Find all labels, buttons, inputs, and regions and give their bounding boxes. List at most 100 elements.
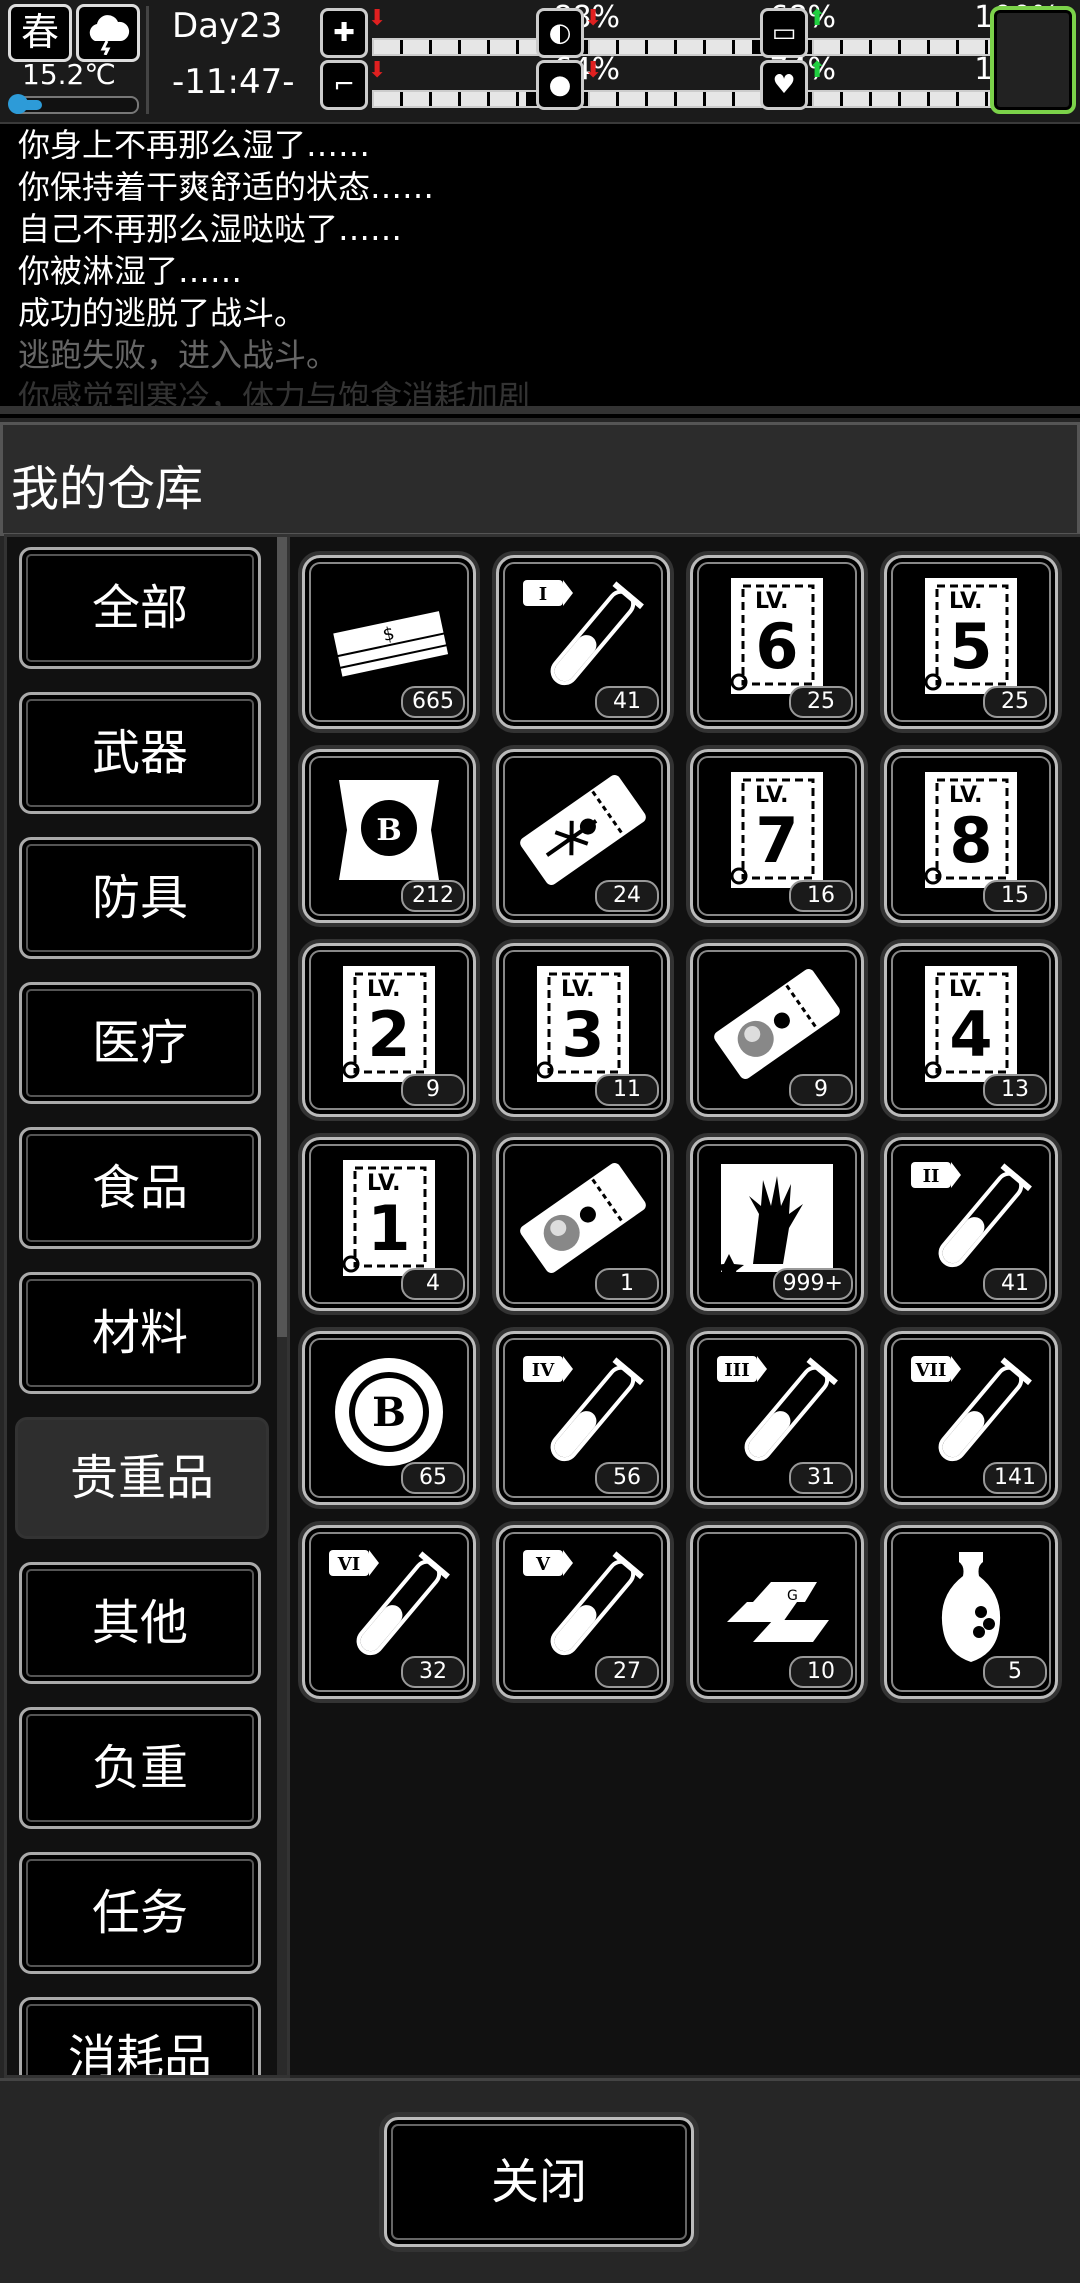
vase-icon <box>941 1552 1001 1662</box>
inventory-item[interactable]: II 41 <box>884 1137 1058 1311</box>
season-badge: 春 <box>8 4 72 62</box>
category-label: 任务 <box>91 1885 188 1941</box>
storm-cloud-icon <box>89 15 130 55</box>
inventory-item[interactable]: LV. 8 15 <box>884 749 1058 923</box>
category-tab-1[interactable]: 武器 <box>19 692 261 814</box>
inventory-item[interactable]: LV. 3 11 <box>496 943 670 1117</box>
inventory-item[interactable]: I 41 <box>496 555 670 729</box>
foot-icon: ⌐ <box>320 60 368 110</box>
category-tab-8[interactable]: 负重 <box>19 1707 261 1829</box>
panel-header: 我的仓库 <box>0 422 1080 536</box>
category-tab-3[interactable]: 医疗 <box>19 982 261 1104</box>
category-label: 负重 <box>91 1740 188 1796</box>
item-count-badge: 10 <box>789 1656 853 1688</box>
cash-stack-icon: $ <box>333 611 449 677</box>
svg-text:7: 7 <box>755 804 798 877</box>
svg-text:5: 5 <box>949 610 992 683</box>
trend-down-icon: ⬇ <box>584 58 603 83</box>
category-label: 武器 <box>91 725 188 781</box>
inventory-item[interactable]: LV. 2 9 <box>302 943 476 1117</box>
category-tab-5[interactable]: 材料 <box>19 1272 261 1394</box>
weather-badge <box>76 4 140 62</box>
item-count-badge: 141 <box>983 1462 1047 1494</box>
item-count-badge: 41 <box>595 686 659 718</box>
inventory-item[interactable]: LV. 7 16 <box>690 749 864 923</box>
inventory-item[interactable]: IV 56 <box>496 1331 670 1505</box>
inventory-item[interactable]: B 212 <box>302 749 476 923</box>
trend-up-icon: ⬆ <box>808 58 827 83</box>
item-count-badge: 65 <box>401 1462 465 1494</box>
trend-down-icon: ⬇ <box>584 6 603 31</box>
test-tube-VI-icon: VI <box>329 1550 450 1656</box>
inventory-item[interactable]: VII 141 <box>884 1331 1058 1505</box>
portrait-ticket-icon <box>520 1163 646 1273</box>
log-line: 你被淋湿了…… <box>18 252 243 290</box>
warehouse-panel: 我的仓库 全部 武器 防具 医疗 食品 材料 贵重品 其他 负重 任务 消耗品 $665 I 41 LV.… <box>0 418 1080 2283</box>
close-button[interactable]: 关闭 <box>384 2117 694 2247</box>
message-log[interactable]: 你身上不再那么湿了…… 你保持着干爽舒适的状态…… 自己不再那么湿哒哒了…… 你被淋湿… <box>0 124 1080 414</box>
b-scroll-icon: B <box>339 780 439 880</box>
zombie-hand-card-icon <box>714 1164 833 1281</box>
item-count-badge: 9 <box>401 1074 465 1106</box>
svg-text:VII: VII <box>915 1360 947 1381</box>
item-count-badge: 41 <box>983 1268 1047 1300</box>
ticket-lv4-icon: LV.4 <box>924 966 1017 1082</box>
test-tube-IV-icon: IV <box>523 1356 644 1462</box>
item-count-badge: 999+ <box>772 1268 853 1300</box>
inventory-item[interactable]: LV. 4 13 <box>884 943 1058 1117</box>
inventory-item[interactable]: VI 32 <box>302 1525 476 1699</box>
day-counter: Day23 <box>172 6 283 46</box>
category-label: 其他 <box>91 1595 188 1651</box>
svg-text:VI: VI <box>337 1554 360 1575</box>
category-tab-6[interactable]: 贵重品 <box>15 1417 269 1539</box>
category-tab-4[interactable]: 食品 <box>19 1127 261 1249</box>
item-count-badge: 56 <box>595 1462 659 1494</box>
category-tab-9[interactable]: 任务 <box>19 1852 261 1974</box>
inventory-item[interactable]: $665 <box>302 555 476 729</box>
test-tube-V-icon: V <box>523 1550 644 1656</box>
inventory-item[interactable]: 9 <box>690 943 864 1117</box>
inventory-item[interactable]: LV. 1 4 <box>302 1137 476 1311</box>
category-tab-10[interactable]: 消耗品 <box>19 1997 261 2078</box>
ticket-lv1-icon: LV.1 <box>342 1160 435 1276</box>
category-sidebar[interactable]: 全部武器防具医疗食品材料贵重品其他负重任务消耗品 <box>4 534 290 2078</box>
inventory-item[interactable]: G 10 <box>690 1525 864 1699</box>
category-tab-7[interactable]: 其他 <box>19 1562 261 1684</box>
test-tube-I-icon: I <box>523 580 644 686</box>
category-label: 食品 <box>91 1160 188 1216</box>
category-label: 材料 <box>91 1305 188 1361</box>
svg-text:I: I <box>539 584 547 605</box>
inventory-item[interactable]: 5 <box>884 1525 1058 1699</box>
equipment-slot[interactable] <box>990 6 1076 114</box>
test-tube-VII-icon: VII <box>911 1356 1032 1462</box>
inventory-item[interactable]: 24 <box>496 749 670 923</box>
item-count-badge: 665 <box>401 686 465 718</box>
b-chip-icon: B <box>335 1358 443 1466</box>
inventory-item[interactable]: III 31 <box>690 1331 864 1505</box>
item-count-badge: 13 <box>983 1074 1047 1106</box>
inventory-item[interactable]: LV. 5 25 <box>884 555 1058 729</box>
item-count-badge: 212 <box>401 880 465 912</box>
log-line: 逃跑失败，进入战斗。 <box>18 336 339 374</box>
category-tab-2[interactable]: 防具 <box>19 837 261 959</box>
inventory-item[interactable]: LV. 6 25 <box>690 555 864 729</box>
svg-text:G: G <box>787 1588 798 1604</box>
inventory-item[interactable]: B 65 <box>302 1331 476 1505</box>
inventory-item[interactable]: V 27 <box>496 1525 670 1699</box>
item-count-badge: 11 <box>595 1074 659 1106</box>
category-label: 消耗品 <box>67 2030 212 2078</box>
ticket-lv8-icon: LV.8 <box>924 772 1017 888</box>
svg-text:III: III <box>724 1360 749 1381</box>
close-button-label: 关闭 <box>490 2154 587 2210</box>
ticket-lv5-icon: LV.5 <box>924 578 1017 694</box>
inventory-item[interactable]: 1 <box>496 1137 670 1311</box>
item-grid[interactable]: $665 I 41 LV. 6 25 LV. 5 25 B 212 24 LV. 7 16 LV. 8 15 LV.… <box>290 534 1080 2075</box>
log-line: 你保持着干爽舒适的状态…… <box>18 168 435 206</box>
sidebar-scrollbar[interactable] <box>277 537 287 2075</box>
category-tab-0[interactable]: 全部 <box>19 547 261 669</box>
item-count-badge: 25 <box>789 686 853 718</box>
gold-bars-icon: G <box>727 1582 829 1642</box>
page-title: 我的仓库 <box>11 461 204 517</box>
item-count-badge: 4 <box>401 1268 465 1300</box>
inventory-item[interactable]: 999+ <box>690 1137 864 1311</box>
